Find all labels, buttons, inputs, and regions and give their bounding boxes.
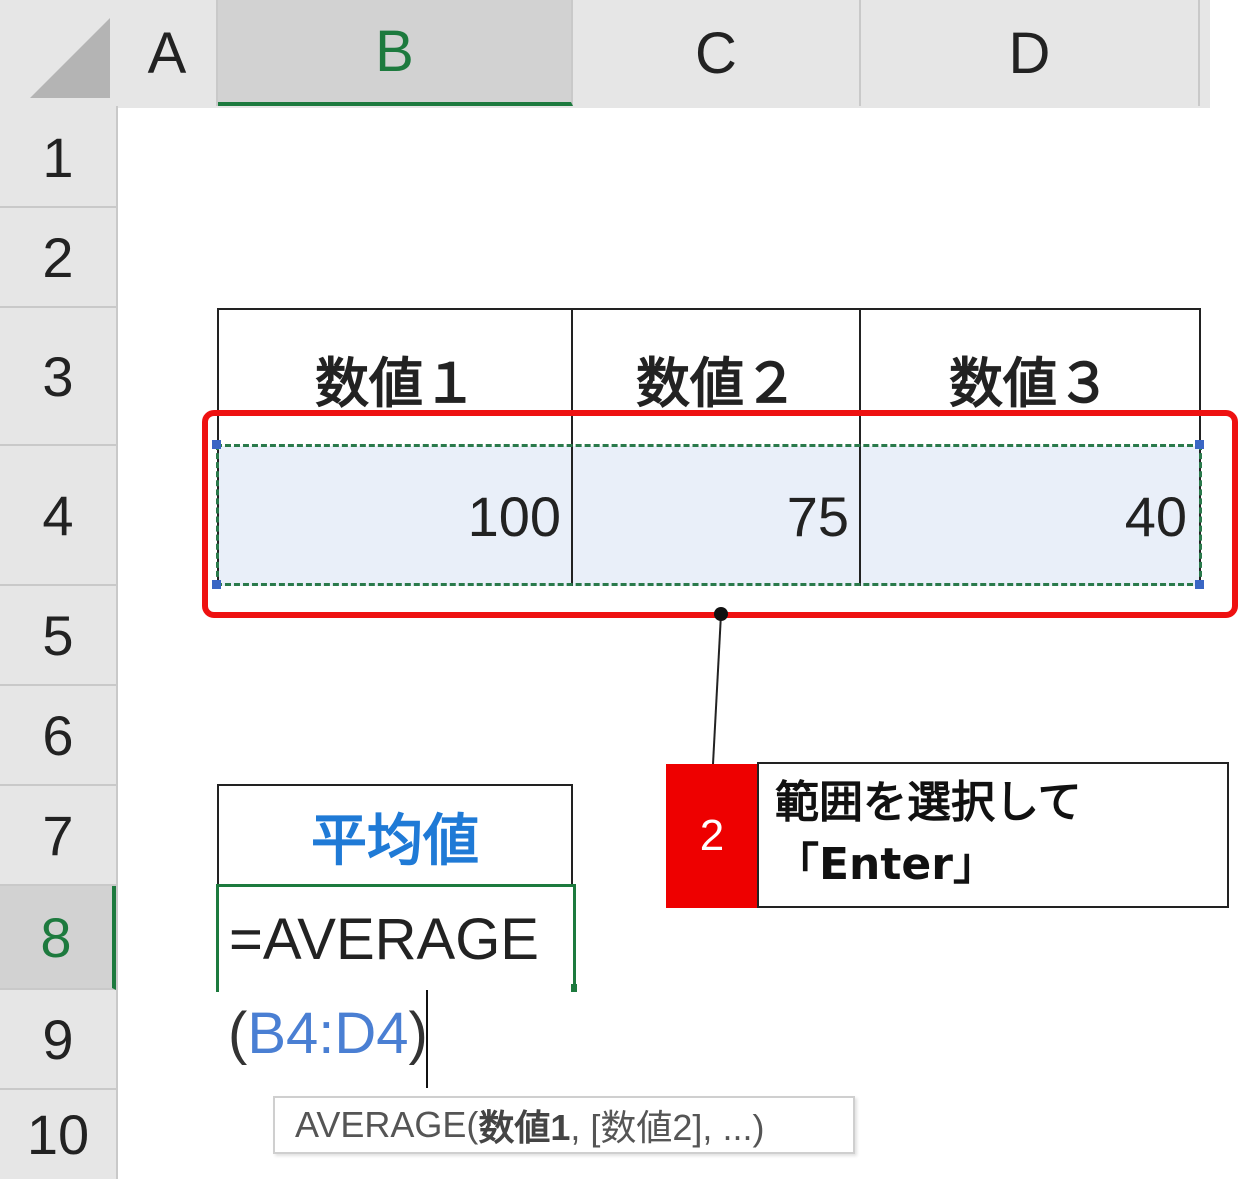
text-cursor <box>426 990 428 1088</box>
callout-line-1: 範囲を選択して <box>775 777 1082 828</box>
fill-handle[interactable] <box>571 984 577 992</box>
cell-d4[interactable]: 40 <box>859 446 1201 586</box>
column-header-d[interactable]: D <box>861 0 1200 106</box>
cell-b7[interactable]: 平均値 <box>217 784 573 886</box>
row-header-4[interactable]: 4 <box>0 446 116 586</box>
row-header-3[interactable]: 3 <box>0 308 116 446</box>
range-handle-bottom-left[interactable] <box>212 580 221 589</box>
row-header-10[interactable]: 10 <box>0 1090 116 1179</box>
callout-instruction: 範囲を選択して 「Enter」 <box>757 762 1229 908</box>
formula-function-text: =AVERAGE <box>229 907 539 972</box>
cell-b3[interactable]: 数値１ <box>217 308 573 446</box>
cell-b4[interactable]: 100 <box>217 446 573 586</box>
tooltip-function-name: AVERAGE( <box>295 1104 479 1145</box>
formula-close-paren: ) <box>408 1001 428 1066</box>
range-handle-bottom-right[interactable] <box>1195 580 1204 589</box>
formula-open-paren: ( <box>228 1001 248 1066</box>
row-header-1[interactable]: 1 <box>0 108 116 208</box>
range-handle-top-left[interactable] <box>212 440 221 449</box>
cell-c3[interactable]: 数値２ <box>571 308 861 446</box>
column-header-c[interactable]: C <box>573 0 861 106</box>
callout-line-2: 「Enter」 <box>775 839 997 890</box>
row-header-9[interactable]: 9 <box>0 990 116 1090</box>
column-header-b[interactable]: B <box>218 0 573 106</box>
select-all-corner[interactable] <box>0 0 118 106</box>
select-all-triangle-icon <box>30 18 110 98</box>
cell-c4[interactable]: 75 <box>571 446 861 586</box>
column-header-a[interactable]: A <box>118 0 218 106</box>
formula-range-reference: B4:D4 <box>247 1001 409 1066</box>
row-header-8[interactable]: 8 <box>0 886 116 990</box>
tooltip-current-argument: 数値1 <box>478 1107 571 1148</box>
function-argument-tooltip[interactable]: AVERAGE(数値1, [数値2], ...) <box>273 1096 855 1154</box>
cell-b8-editing[interactable]: =AVERAGE <box>216 884 576 992</box>
formula-arguments[interactable]: (B4:D4) <box>228 1000 428 1080</box>
cell-d3[interactable]: 数値３ <box>859 308 1201 446</box>
callout-step-badge: 2 <box>666 764 758 908</box>
range-handle-top-right[interactable] <box>1195 440 1204 449</box>
callout-connector <box>712 607 728 765</box>
row-header-6[interactable]: 6 <box>0 686 116 786</box>
row-header-5[interactable]: 5 <box>0 586 116 686</box>
tooltip-remaining-arguments: , [数値2], ...) <box>570 1107 765 1148</box>
row-header-2[interactable]: 2 <box>0 208 116 308</box>
row-header-7[interactable]: 7 <box>0 786 116 886</box>
